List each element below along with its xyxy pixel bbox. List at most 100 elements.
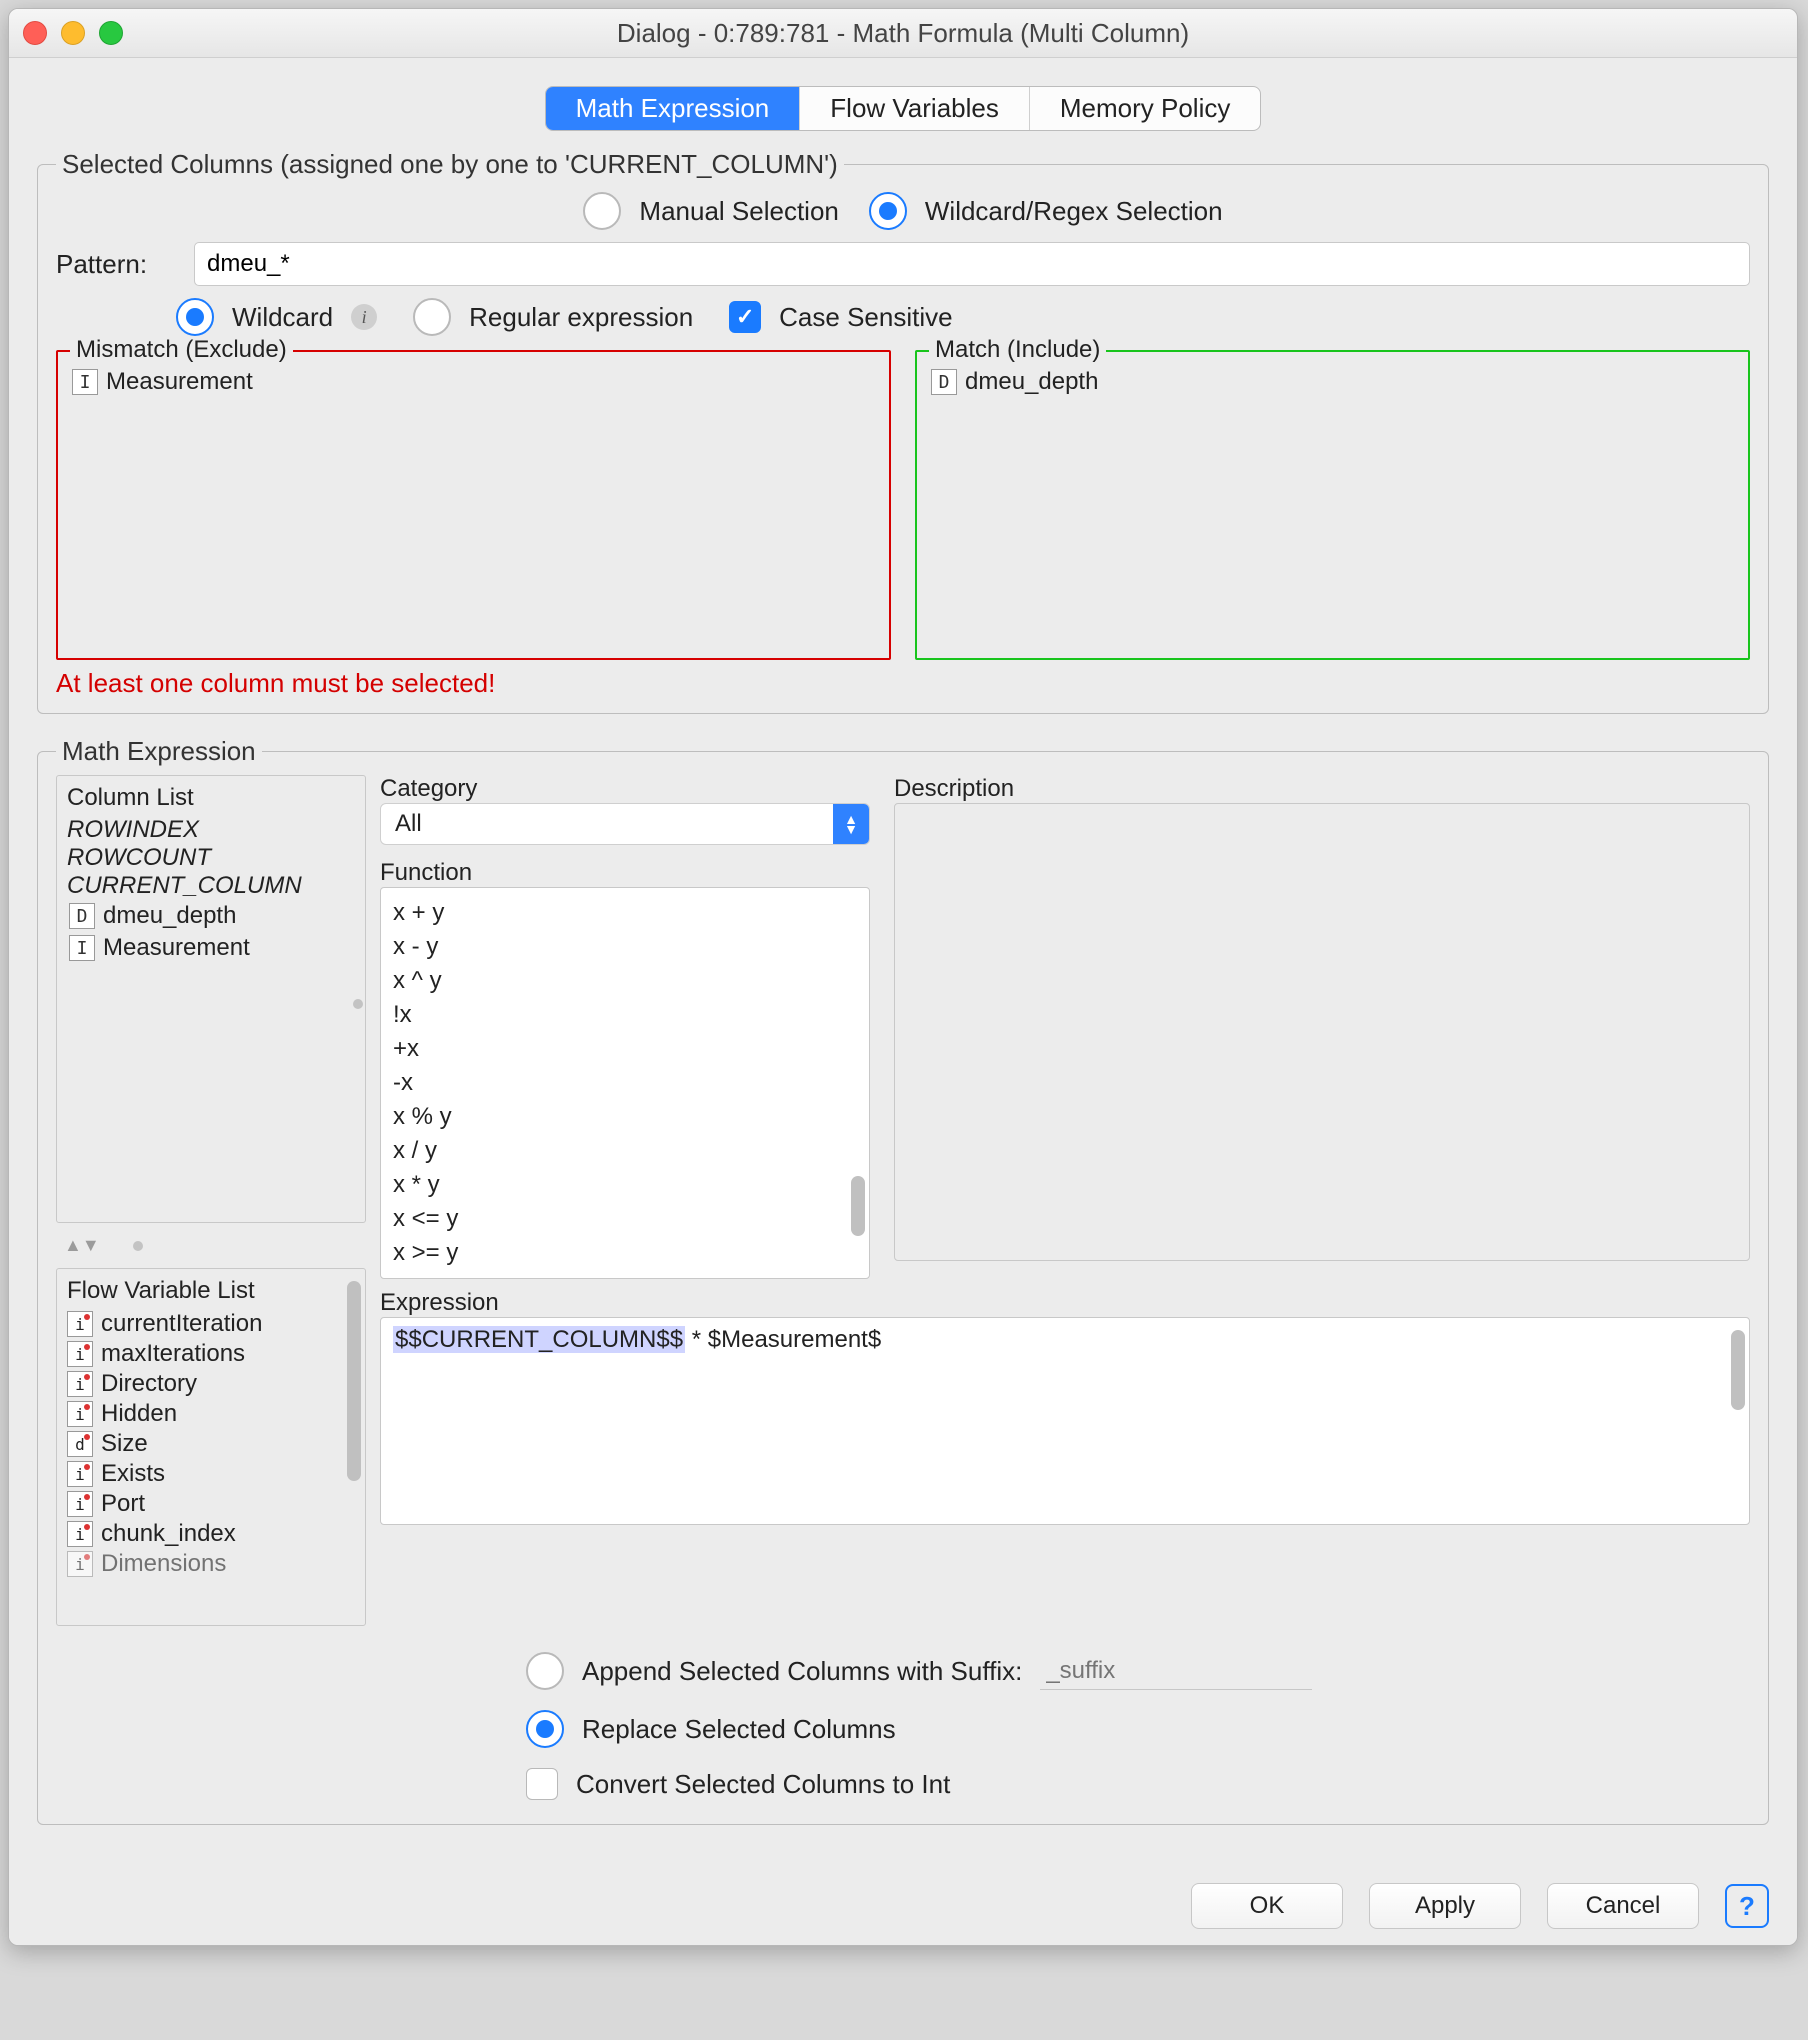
- flowvar-icon: i: [67, 1311, 93, 1337]
- manual-selection-option[interactable]: Manual Selection: [583, 192, 838, 230]
- mismatch-item-label: Measurement: [106, 368, 253, 396]
- function-item[interactable]: x - y: [393, 930, 857, 964]
- flow-variable-item[interactable]: icurrentIteration: [67, 1309, 355, 1339]
- scrollbar[interactable]: [851, 896, 865, 1270]
- function-item[interactable]: x ^ y: [393, 964, 857, 998]
- flowvar-label: Hidden: [101, 1400, 177, 1428]
- case-sensitive-label: Case Sensitive: [779, 302, 952, 333]
- flowvar-icon: i: [67, 1551, 93, 1577]
- tab-math-expression[interactable]: Math Expression: [546, 87, 801, 130]
- wildcard-option-label: Wildcard: [232, 302, 333, 333]
- exclude-include-row: Mismatch (Exclude) I Measurement Match (…: [56, 350, 1750, 660]
- description-block: Description: [894, 775, 1750, 1279]
- flowvar-icon: i: [67, 1371, 93, 1397]
- append-label: Append Selected Columns with Suffix:: [582, 1656, 1022, 1687]
- selected-columns-group: Selected Columns (assigned one by one to…: [37, 149, 1769, 714]
- function-item[interactable]: !x: [393, 998, 857, 1032]
- function-item[interactable]: x / y: [393, 1134, 857, 1168]
- column-list-item[interactable]: I Measurement: [67, 932, 355, 964]
- tab-flow-variables[interactable]: Flow Variables: [800, 87, 1030, 130]
- column-list-item[interactable]: ROWCOUNT: [67, 844, 355, 872]
- flow-variable-item[interactable]: i Hidden: [67, 1399, 355, 1429]
- column-list-item[interactable]: ROWINDEX: [67, 816, 355, 844]
- column-list-item[interactable]: CURRENT_COLUMN: [67, 872, 355, 900]
- function-item[interactable]: x % y: [393, 1100, 857, 1134]
- mismatch-item[interactable]: I Measurement: [70, 366, 877, 398]
- function-item[interactable]: -x: [393, 1066, 857, 1100]
- expression-highlight: $$CURRENT_COLUMN$$: [393, 1326, 685, 1353]
- regex-option[interactable]: Regular expression: [413, 298, 693, 336]
- help-button[interactable]: ?: [1725, 1884, 1769, 1928]
- function-list[interactable]: x + y x - y x ^ y !x +x -x x % y x / y x…: [380, 887, 870, 1279]
- mismatch-label: Mismatch (Exclude): [70, 336, 293, 364]
- panel-nav-handles[interactable]: ▲▼: [56, 1233, 366, 1258]
- flowvar-label: Port: [101, 1490, 145, 1518]
- append-option[interactable]: Append Selected Columns with Suffix:: [526, 1652, 1312, 1690]
- selection-mode-row: Manual Selection Wildcard/Regex Selectio…: [56, 192, 1750, 230]
- checkbox-icon: ✓: [729, 301, 761, 333]
- description-box: [894, 803, 1750, 1261]
- pattern-label: Pattern:: [56, 249, 176, 280]
- scrollbar[interactable]: [347, 1277, 361, 1617]
- flowvar-label: maxIterations: [101, 1340, 245, 1368]
- pattern-input[interactable]: [194, 242, 1750, 286]
- flow-variable-panel: Flow Variable List icurrentIteration ima…: [56, 1268, 366, 1626]
- selection-warning: At least one column must be selected!: [56, 668, 1750, 699]
- radio-icon: [583, 192, 621, 230]
- math-layout: Column List ROWINDEX ROWCOUNT CURRENT_CO…: [56, 775, 1750, 1626]
- radio-icon: [526, 1710, 564, 1748]
- checkbox-icon: [526, 1768, 558, 1800]
- scroll-indicator[interactable]: [353, 999, 363, 1009]
- category-block: Category All ▲▼ Function x + y x - y x ^…: [380, 775, 870, 1279]
- cancel-button[interactable]: Cancel: [1547, 1883, 1699, 1929]
- mismatch-exclude-box: Mismatch (Exclude) I Measurement: [56, 350, 891, 660]
- function-item[interactable]: x >= y: [393, 1236, 857, 1270]
- column-list-item[interactable]: D dmeu_depth: [67, 900, 355, 932]
- match-item[interactable]: D dmeu_depth: [929, 366, 1736, 398]
- ok-button[interactable]: OK: [1191, 1883, 1343, 1929]
- flow-variable-item[interactable]: imaxIterations: [67, 1339, 355, 1369]
- flowvar-icon: i: [67, 1461, 93, 1487]
- output-options: Append Selected Columns with Suffix: Rep…: [526, 1652, 1750, 1800]
- scrollbar[interactable]: [1731, 1326, 1745, 1516]
- category-value: All: [395, 810, 422, 838]
- type-icon: I: [69, 935, 95, 961]
- replace-option[interactable]: Replace Selected Columns: [526, 1710, 896, 1748]
- segmented-tabs: Math Expression Flow Variables Memory Po…: [545, 86, 1262, 131]
- category-select[interactable]: All ▲▼: [380, 803, 870, 845]
- radio-icon: [869, 192, 907, 230]
- flowvar-label: Exists: [101, 1460, 165, 1488]
- convert-option[interactable]: Convert Selected Columns to Int: [526, 1768, 950, 1800]
- flow-variable-item[interactable]: ichunk_index: [67, 1519, 355, 1549]
- flow-variable-item[interactable]: i Exists: [67, 1459, 355, 1489]
- wildcard-selection-option[interactable]: Wildcard/Regex Selection: [869, 192, 1223, 230]
- function-item[interactable]: +x: [393, 1032, 857, 1066]
- wildcard-option[interactable]: Wildcard i: [176, 298, 377, 336]
- function-item[interactable]: x * y: [393, 1168, 857, 1202]
- regex-option-label: Regular expression: [469, 302, 693, 333]
- type-icon: I: [72, 369, 98, 395]
- function-item[interactable]: x <= y: [393, 1202, 857, 1236]
- expression-editor[interactable]: $$CURRENT_COLUMN$$ * $Measurement$: [380, 1317, 1750, 1525]
- suffix-input[interactable]: [1040, 1653, 1312, 1690]
- info-icon[interactable]: i: [351, 304, 377, 330]
- flowvar-icon: i: [67, 1401, 93, 1427]
- flow-variable-item[interactable]: iPort: [67, 1489, 355, 1519]
- radio-icon: [176, 298, 214, 336]
- case-sensitive-option[interactable]: ✓ Case Sensitive: [729, 301, 952, 333]
- apply-button[interactable]: Apply: [1369, 1883, 1521, 1929]
- titlebar: Dialog - 0:789:781 - Math Formula (Multi…: [9, 9, 1797, 58]
- match-item-label: dmeu_depth: [965, 368, 1098, 396]
- flow-variable-item[interactable]: iDirectory: [67, 1369, 355, 1399]
- flow-variable-item[interactable]: dSize: [67, 1429, 355, 1459]
- column-item-label: Measurement: [103, 934, 250, 962]
- flowvar-icon: d: [67, 1431, 93, 1457]
- function-item[interactable]: x + y: [393, 896, 857, 930]
- expression-label: Expression: [380, 1289, 1750, 1317]
- flow-variable-item[interactable]: iDimensions: [67, 1549, 355, 1579]
- right-column: Category All ▲▼ Function x + y x - y x ^…: [380, 775, 1750, 1626]
- column-list-header: Column List: [67, 784, 355, 812]
- expression-rest: * $Measurement$: [685, 1326, 881, 1353]
- flowvar-label: chunk_index: [101, 1520, 236, 1548]
- tab-memory-policy[interactable]: Memory Policy: [1030, 87, 1260, 130]
